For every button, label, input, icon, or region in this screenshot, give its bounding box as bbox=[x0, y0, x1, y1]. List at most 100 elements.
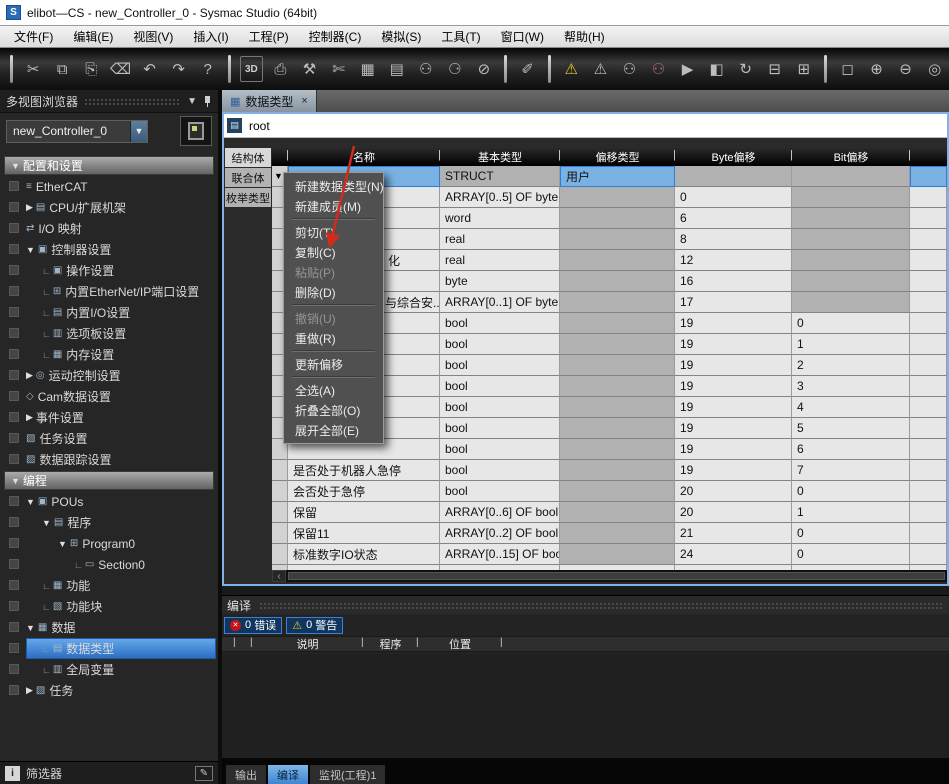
monitor-stop-button[interactable]: ⚇ bbox=[647, 56, 670, 82]
search-button[interactable]: ⚆ bbox=[443, 56, 466, 82]
context-menu-item-新建数据类型(N)[interactable]: 新建数据类型(N) bbox=[284, 176, 383, 196]
offset-type-cell[interactable] bbox=[560, 292, 675, 313]
name-cell[interactable]: 保留 bbox=[288, 502, 440, 523]
delete-button[interactable]: ⌫ bbox=[109, 56, 132, 82]
byte-offset-cell[interactable]: 19 bbox=[675, 397, 792, 418]
context-menu-item-删除(D)[interactable]: 删除(D) bbox=[284, 282, 383, 302]
base-type-cell[interactable]: real bbox=[440, 250, 560, 271]
offset-type-cell[interactable] bbox=[560, 460, 675, 481]
byte-offset-cell[interactable]: 19 bbox=[675, 355, 792, 376]
byte-offset-cell[interactable]: 21 bbox=[675, 523, 792, 544]
bit-offset-cell[interactable] bbox=[792, 187, 910, 208]
monitor-button[interactable]: ⚇ bbox=[618, 56, 641, 82]
base-type-cell[interactable]: bool bbox=[440, 313, 560, 334]
offset-type-cell[interactable] bbox=[560, 397, 675, 418]
bit-offset-cell[interactable]: 1 bbox=[792, 334, 910, 355]
byte-offset-cell[interactable]: 19 bbox=[675, 313, 792, 334]
byte-offset-cell[interactable]: 16 bbox=[675, 271, 792, 292]
extra-cell[interactable] bbox=[910, 523, 947, 544]
offset-type-cell[interactable] bbox=[560, 313, 675, 334]
synchronize-button[interactable]: ↻ bbox=[734, 56, 757, 82]
tree-section-配置和设置[interactable]: ▼配置和设置 bbox=[0, 155, 218, 176]
sidebar-item-数据[interactable]: ▼▦数据 bbox=[0, 617, 218, 638]
menu-item-v[interactable]: 视图(V) bbox=[123, 26, 183, 47]
sidebar-item-任务[interactable]: ▶▧任务 bbox=[0, 680, 218, 701]
chevron-down-icon[interactable]: ▼ bbox=[187, 96, 197, 107]
bit-offset-cell[interactable]: 1 bbox=[792, 502, 910, 523]
extra-cell[interactable] bbox=[910, 460, 947, 481]
sidebar-item-功能块[interactable]: ∟▧功能块 bbox=[0, 596, 218, 617]
sidebar-item-运动控制设置[interactable]: ▶◎运动控制设置 bbox=[0, 365, 218, 386]
offset-type-cell[interactable] bbox=[560, 250, 675, 271]
sidebar-item-数据跟踪设置[interactable]: ▨数据跟踪设置 bbox=[0, 449, 218, 470]
base-type-cell[interactable]: ARRAY[0..6] OF bool bbox=[440, 502, 560, 523]
step-button[interactable]: ◧ bbox=[705, 56, 728, 82]
sidebar-item-数据类型[interactable]: ∟▤数据类型 bbox=[0, 638, 218, 659]
redo-button[interactable]: ↷ bbox=[167, 56, 190, 82]
offset-type-cell[interactable] bbox=[560, 523, 675, 544]
triangle-down-icon[interactable]: ▼ bbox=[58, 539, 67, 549]
table-row[interactable]: 保留ARRAY[0..6] OF bool 201 bbox=[272, 502, 947, 523]
name-cell[interactable]: 标准数字IO状态 bbox=[288, 544, 440, 565]
offset-type-cell[interactable] bbox=[560, 271, 675, 292]
sidebar-item-任务设置[interactable]: ▧任务设置 bbox=[0, 428, 218, 449]
side-tab-联合体[interactable]: 联合体 bbox=[225, 168, 271, 187]
extra-cell[interactable] bbox=[910, 187, 947, 208]
copy-button[interactable]: ⧉ bbox=[51, 56, 74, 82]
bit-offset-cell[interactable]: 2 bbox=[792, 355, 910, 376]
sidebar-item-内存设置[interactable]: ∟▦内存设置 bbox=[0, 344, 218, 365]
side-tab-结构体[interactable]: 结构体 bbox=[225, 148, 271, 167]
run-button[interactable]: ▶ bbox=[676, 56, 699, 82]
watch-window-button[interactable]: ⚇ bbox=[414, 56, 437, 82]
triangle-down-icon[interactable]: ▼ bbox=[26, 497, 35, 507]
byte-offset-cell[interactable]: 19 bbox=[675, 460, 792, 481]
context-menu-item-复制(C)[interactable]: 复制(C) bbox=[284, 242, 383, 262]
triangle-down-icon[interactable]: ▼ bbox=[26, 245, 35, 255]
base-type-cell[interactable]: ARRAY[0..2] OF bool bbox=[440, 523, 560, 544]
triangle-right-icon[interactable]: ▶ bbox=[26, 685, 33, 696]
sidebar-item-事件设置[interactable]: ▶事件设置 bbox=[0, 407, 218, 428]
extra-cell[interactable] bbox=[910, 250, 947, 271]
bit-offset-cell[interactable] bbox=[792, 166, 910, 187]
byte-offset-cell[interactable]: 19 bbox=[675, 418, 792, 439]
close-icon[interactable]: × bbox=[301, 95, 307, 107]
bit-offset-cell[interactable]: 0 bbox=[792, 523, 910, 544]
menu-item-c[interactable]: 控制器(C) bbox=[299, 26, 372, 47]
sidebar-item-程序[interactable]: ▼▤程序 bbox=[0, 512, 218, 533]
bit-offset-cell[interactable] bbox=[792, 229, 910, 250]
base-type-cell[interactable]: bool bbox=[440, 439, 560, 460]
sidebar-item-Cam数据设置[interactable]: ◇Cam数据设置 bbox=[0, 386, 218, 407]
extra-cell[interactable] bbox=[910, 502, 947, 523]
byte-offset-cell[interactable]: 6 bbox=[675, 208, 792, 229]
help-button[interactable]: ? bbox=[196, 56, 219, 82]
scroll-left-icon[interactable]: ‹ bbox=[272, 570, 286, 582]
extra-cell[interactable] bbox=[910, 418, 947, 439]
offset-type-cell[interactable] bbox=[560, 229, 675, 250]
base-type-cell[interactable]: bool bbox=[440, 376, 560, 397]
byte-offset-cell[interactable]: 8 bbox=[675, 229, 792, 250]
bit-offset-cell[interactable]: 4 bbox=[792, 397, 910, 418]
tree-section-编程[interactable]: ▼编程 bbox=[0, 470, 218, 491]
bottom-tab-输出[interactable]: 输出 bbox=[226, 765, 266, 784]
offline-button[interactable]: ⚠ bbox=[589, 56, 612, 82]
table-row[interactable]: 标准数字IO状态ARRAY[0..15] OF bool240 bbox=[272, 544, 947, 565]
context-menu-item-剪切(T)[interactable]: 剪切(T) bbox=[284, 222, 383, 242]
split-editor-button[interactable]: ✄ bbox=[327, 56, 350, 82]
base-type-cell[interactable]: byte bbox=[440, 271, 560, 292]
byte-offset-cell[interactable]: 20 bbox=[675, 502, 792, 523]
edit-mode-button[interactable]: ✐ bbox=[516, 56, 539, 82]
zoom-out-button[interactable]: ⊖ bbox=[894, 56, 917, 82]
sidebar-item-全局变量[interactable]: ∟▥全局变量 bbox=[0, 659, 218, 680]
bit-offset-cell[interactable] bbox=[792, 250, 910, 271]
extra-cell[interactable] bbox=[910, 481, 947, 502]
base-type-cell[interactable]: bool bbox=[440, 355, 560, 376]
base-type-cell[interactable]: real bbox=[440, 229, 560, 250]
transfer-from-controller-button[interactable]: ⊞ bbox=[792, 56, 815, 82]
filter-bar[interactable]: i 筛选器 ✎ bbox=[0, 761, 218, 784]
sidebar-item-控制器设置[interactable]: ▼▣控制器设置 bbox=[0, 239, 218, 260]
sidebar-item-Program0[interactable]: ▼⊞Program0 bbox=[0, 533, 218, 554]
3d-view-button[interactable]: 3D bbox=[240, 56, 263, 82]
extra-cell[interactable] bbox=[910, 355, 947, 376]
undo-button[interactable]: ↶ bbox=[138, 56, 161, 82]
menu-item-e[interactable]: 编辑(E) bbox=[63, 26, 123, 47]
